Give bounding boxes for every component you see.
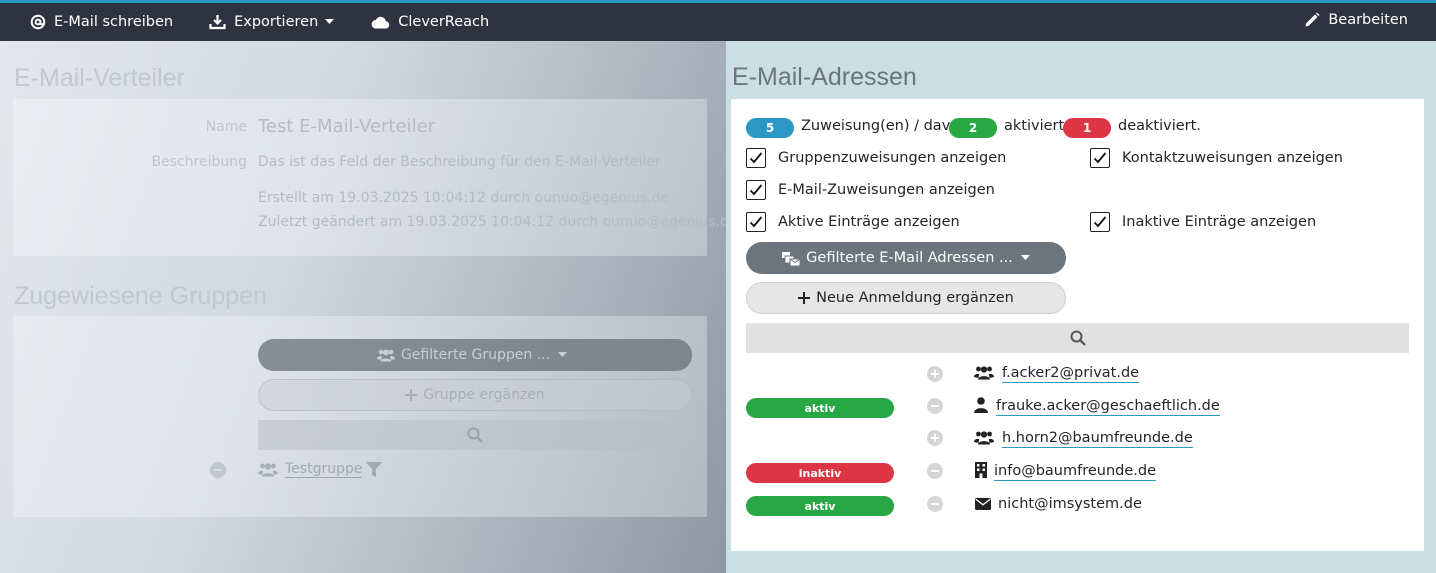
search-icon	[1070, 330, 1086, 346]
plus-icon	[405, 389, 418, 401]
write-email-button[interactable]: E-Mail schreiben	[30, 14, 173, 30]
remove-group-button[interactable]	[210, 462, 226, 478]
mail-bulk-icon	[782, 252, 801, 266]
envelope-icon	[975, 498, 991, 510]
filtered-emails-label: Gefilterte E-Mail Adressen ...	[806, 250, 1013, 266]
inactive-entries-label: Inaktive Einträge anzeigen	[1122, 214, 1317, 230]
status-badge-inactive: inaktiv	[746, 463, 894, 483]
check-icon	[749, 184, 763, 196]
add-entry-button[interactable]	[927, 430, 943, 446]
group-assignments-checkbox[interactable]	[746, 148, 766, 168]
at-icon	[30, 14, 46, 30]
download-icon	[209, 15, 226, 30]
users-icon	[376, 349, 395, 362]
total-count-text: Zuweisung(en) / davon	[801, 118, 969, 134]
add-registration-label: Neue Anmeldung ergänzen	[816, 290, 1014, 306]
user-icon	[974, 397, 988, 413]
group-search-bar[interactable]	[258, 420, 692, 450]
created-info: Erstellt am 19.03.2025 10:04:12 durch ou…	[258, 190, 670, 206]
email-assignments-label: E-Mail-Zuweisungen anzeigen	[778, 182, 995, 198]
active-count-text: aktiviert,	[1004, 118, 1069, 134]
total-count-badge: 5	[746, 118, 794, 138]
inactive-count-text: deaktiviert.	[1118, 118, 1201, 134]
add-registration-button[interactable]: Neue Anmeldung ergänzen	[746, 282, 1066, 314]
remove-entry-button[interactable]	[927, 398, 943, 414]
email-link-entry-3[interactable]: h.horn2@baumfreunde.de	[1002, 430, 1193, 448]
cloud-icon	[371, 16, 390, 29]
check-icon	[749, 152, 763, 164]
email-search-bar[interactable]	[746, 323, 1409, 353]
remove-entry-button[interactable]	[927, 463, 943, 479]
users-icon	[974, 366, 994, 380]
check-icon	[1093, 152, 1107, 164]
caret-down-icon	[325, 19, 335, 24]
plus-icon	[798, 292, 811, 304]
status-badge-active: aktiv	[746, 496, 894, 516]
name-value: Test E-Mail-Verteiler	[258, 116, 436, 137]
export-label: Exportieren	[234, 14, 319, 30]
email-addresses-title: E-Mail-Adressen	[732, 63, 917, 91]
add-group-button[interactable]: Gruppe ergänzen	[258, 379, 692, 411]
inactive-count-badge: 1	[1063, 118, 1111, 138]
active-count-badge: 2	[949, 118, 997, 138]
email-link-entry-4[interactable]: info@baumfreunde.de	[994, 463, 1157, 481]
groups-card: Gefilterte Gruppen ... Gruppe ergänzen T…	[13, 316, 707, 517]
description-label: Beschreibung	[151, 154, 247, 170]
users-icon	[974, 431, 994, 445]
email-addresses-card: 5 Zuweisung(en) / davon 2 aktiviert, 1 d…	[731, 99, 1424, 551]
search-icon	[467, 427, 483, 443]
users-icon	[258, 463, 278, 477]
distribution-list-panel: E-Mail-Verteiler Name Test E-Mail-Vertei…	[0, 41, 726, 573]
name-label: Name	[205, 119, 247, 135]
check-icon	[1093, 216, 1107, 228]
check-icon	[749, 216, 763, 228]
group-link[interactable]: Testgruppe	[285, 461, 363, 478]
cleverreach-button[interactable]: CleverReach	[370, 14, 489, 30]
caret-down-icon	[1020, 255, 1030, 260]
remove-entry-button[interactable]	[927, 496, 943, 512]
caret-down-icon	[558, 352, 568, 357]
top-navbar: E-Mail schreiben Exportieren CleverReach…	[0, 0, 1436, 41]
inactive-entries-checkbox[interactable]	[1090, 212, 1110, 232]
email-assignments-checkbox[interactable]	[746, 180, 766, 200]
filter-icon[interactable]	[366, 462, 382, 478]
cleverreach-label: CleverReach	[398, 14, 490, 30]
group-assignments-label: Gruppenzuweisungen anzeigen	[778, 150, 1007, 166]
contact-assignments-checkbox[interactable]	[1090, 148, 1110, 168]
modified-info: Zuletzt geändert am 19.03.2025 10:04:12 …	[258, 214, 726, 230]
filtered-groups-label: Gefilterte Gruppen ...	[400, 347, 551, 363]
assigned-groups-title: Zugewiesene Gruppen	[14, 282, 267, 310]
email-entry-5: nicht@imsystem.de	[998, 496, 1142, 512]
description-value: Das ist das Feld der Beschreibung für de…	[258, 154, 661, 170]
add-entry-button[interactable]	[927, 366, 943, 382]
filtered-emails-dropdown[interactable]: Gefilterte E-Mail Adressen ...	[746, 242, 1066, 274]
write-email-label: E-Mail schreiben	[54, 14, 174, 30]
edit-button[interactable]: Bearbeiten	[1304, 12, 1408, 28]
active-entries-label: Aktive Einträge anzeigen	[778, 214, 960, 230]
filtered-groups-button[interactable]: Gefilterte Gruppen ...	[258, 339, 692, 371]
export-dropdown[interactable]: Exportieren	[209, 14, 335, 30]
distribution-list-title: E-Mail-Verteiler	[14, 64, 185, 92]
building-icon	[975, 462, 987, 478]
status-badge-active: aktiv	[746, 398, 894, 418]
email-link-entry-2[interactable]: frauke.acker@geschaeftlich.de	[996, 398, 1220, 416]
details-card: Name Test E-Mail-Verteiler Beschreibung …	[13, 99, 726, 256]
pencil-icon	[1305, 12, 1320, 27]
active-entries-checkbox[interactable]	[746, 212, 766, 232]
contact-assignments-label: Kontaktzuweisungen anzeigen	[1122, 150, 1343, 166]
edit-label: Bearbeiten	[1328, 12, 1408, 28]
add-group-label: Gruppe ergänzen	[423, 387, 545, 403]
email-link-entry-1[interactable]: f.acker2@privat.de	[1002, 365, 1140, 383]
